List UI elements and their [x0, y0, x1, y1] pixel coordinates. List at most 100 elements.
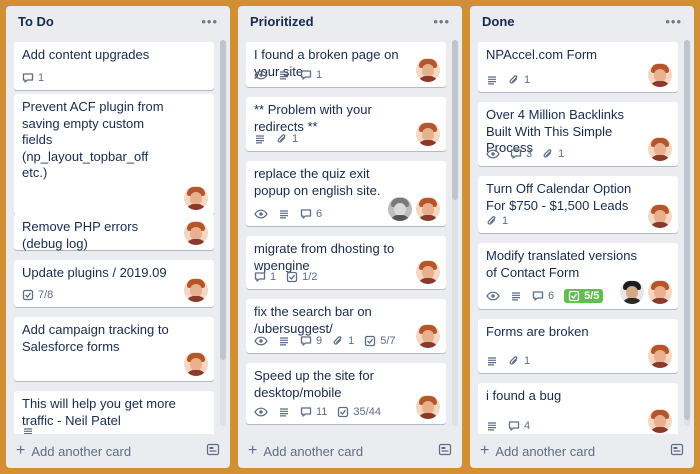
attachment-badge: 1: [276, 133, 298, 145]
card-badges: 1: [486, 215, 508, 227]
avatar[interactable]: [648, 137, 672, 161]
scrollbar-thumb[interactable]: [452, 40, 458, 200]
card[interactable]: i found a bug 4: [478, 383, 678, 434]
card-members: [416, 58, 440, 82]
avatar[interactable]: [648, 409, 672, 433]
comment-icon: [300, 335, 312, 347]
scrollbar-thumb[interactable]: [684, 40, 690, 420]
card[interactable]: ** Problem with your redirects ** 1: [246, 97, 446, 151]
scrollbar[interactable]: [452, 40, 458, 426]
badge-count: 1: [292, 133, 299, 145]
scrollbar[interactable]: [684, 40, 690, 426]
scrollbar[interactable]: [220, 40, 226, 426]
card[interactable]: Remove PHP errors (debug log): [14, 214, 214, 251]
list-menu-icon[interactable]: •••: [201, 14, 218, 29]
card[interactable]: Forms are broken 1: [478, 319, 678, 373]
card-members: [416, 395, 440, 419]
watch-icon: [254, 69, 268, 81]
comment-icon: [254, 271, 266, 283]
card[interactable]: Turn Off Calendar Option For $750 - $1,5…: [478, 176, 678, 233]
attachment-badge: 1: [486, 215, 508, 227]
card-title: Update plugins / 2019.09: [22, 265, 167, 280]
attachment-icon: [486, 215, 498, 227]
card[interactable]: fix the search bar on /ubersuggest/9 1 5/7: [246, 299, 446, 353]
avatar[interactable]: [184, 221, 208, 245]
card[interactable]: This will help you get more traffic - Ne…: [14, 391, 214, 434]
card-members: [648, 409, 672, 433]
plus-icon: +: [480, 442, 490, 459]
description-badge: [278, 208, 290, 220]
card[interactable]: NPAccel.com Form 1: [478, 42, 678, 92]
avatar[interactable]: [620, 280, 644, 304]
checklist-badge: 35/44: [337, 406, 381, 418]
list-prioritized: Prioritized ••• I found a broken page on y…: [238, 6, 462, 468]
card-badges: 4: [486, 420, 530, 432]
list-to-do: To Do ••• Add content upgrades 1 Prevent ACF…: [6, 6, 230, 468]
attachment-badge: 1: [508, 355, 530, 367]
card-title: fix the search bar on /ubersuggest/: [254, 304, 372, 336]
card[interactable]: Modify translated versions of Contact Fo…: [478, 243, 678, 309]
avatar[interactable]: [184, 278, 208, 302]
comment-badge: 6: [300, 208, 322, 220]
card-template-icon[interactable]: [206, 443, 220, 459]
add-card-label: Add another card: [495, 443, 596, 459]
card[interactable]: replace the quiz exit popup on english s…: [246, 161, 446, 226]
plus-icon: +: [248, 442, 258, 459]
card-template-icon[interactable]: [670, 443, 684, 459]
card[interactable]: Add content upgrades 1: [14, 42, 214, 90]
watch-icon: [254, 208, 268, 220]
add-card-button[interactable]: + Add another card: [248, 442, 363, 459]
card-badges: 1: [254, 133, 298, 145]
scrollbar-thumb[interactable]: [220, 40, 226, 360]
list-title[interactable]: Prioritized: [250, 14, 314, 29]
add-card-button[interactable]: + Add another card: [480, 442, 596, 459]
list-menu-icon[interactable]: •••: [665, 14, 682, 29]
card-title: Modify translated versions of Contact Fo…: [486, 248, 638, 280]
card-badges: 1: [254, 69, 322, 81]
avatar[interactable]: [648, 344, 672, 368]
avatar[interactable]: [416, 395, 440, 419]
avatar[interactable]: [648, 63, 672, 87]
card[interactable]: Update plugins / 2019.09 7/8: [14, 260, 214, 307]
watch-icon: [254, 406, 268, 418]
watch-badge: [486, 148, 500, 160]
list-menu-icon[interactable]: •••: [433, 14, 450, 29]
avatar[interactable]: [184, 352, 208, 376]
card-template-icon[interactable]: [438, 443, 452, 459]
card-list: Add content upgrades 1 Prevent ACF plugin …: [6, 36, 230, 434]
attachment-icon: [508, 355, 520, 367]
list-title[interactable]: Done: [482, 14, 515, 29]
card[interactable]: Prevent ACF plugin from saving empty cus…: [14, 94, 214, 215]
comment-badge: 11: [300, 406, 327, 418]
avatar[interactable]: [648, 204, 672, 228]
card-title: NPAccel.com Form: [486, 47, 597, 62]
watch-badge: [486, 290, 500, 302]
avatar[interactable]: [388, 197, 412, 221]
card[interactable]: Add campaign tracking to Salesforce form…: [14, 317, 214, 381]
badge-count: 4: [524, 420, 531, 432]
avatar[interactable]: [416, 260, 440, 284]
comment-icon: [300, 208, 312, 220]
avatar[interactable]: [416, 324, 440, 348]
checklist-badge: 5/7: [364, 335, 396, 347]
avatar[interactable]: [416, 122, 440, 146]
avatar[interactable]: [416, 58, 440, 82]
avatar[interactable]: [648, 280, 672, 304]
add-card-label: Add another card: [31, 443, 132, 459]
card[interactable]: Over 4 Million Backlinks Built With This…: [478, 102, 678, 166]
avatar[interactable]: [184, 186, 208, 210]
checklist-icon: [22, 289, 34, 301]
description-icon: [486, 74, 498, 86]
card-title: Add content upgrades: [22, 47, 150, 62]
card[interactable]: Speed up the site for desktop/mobile 11 35…: [246, 363, 446, 424]
card[interactable]: migrate from dhosting to wpengine 1 1/2: [246, 236, 446, 289]
card-members: [416, 122, 440, 146]
card-title: This will help you get more traffic - Ne…: [22, 396, 176, 428]
add-card-button[interactable]: + Add another card: [16, 443, 132, 459]
watch-badge: [254, 406, 268, 418]
card-title: migrate from dhosting to wpengine: [254, 241, 395, 273]
comment-icon: [300, 406, 312, 418]
list-title[interactable]: To Do: [18, 14, 54, 29]
card[interactable]: I found a broken page on your site 1: [246, 42, 446, 87]
avatar[interactable]: [416, 197, 440, 221]
